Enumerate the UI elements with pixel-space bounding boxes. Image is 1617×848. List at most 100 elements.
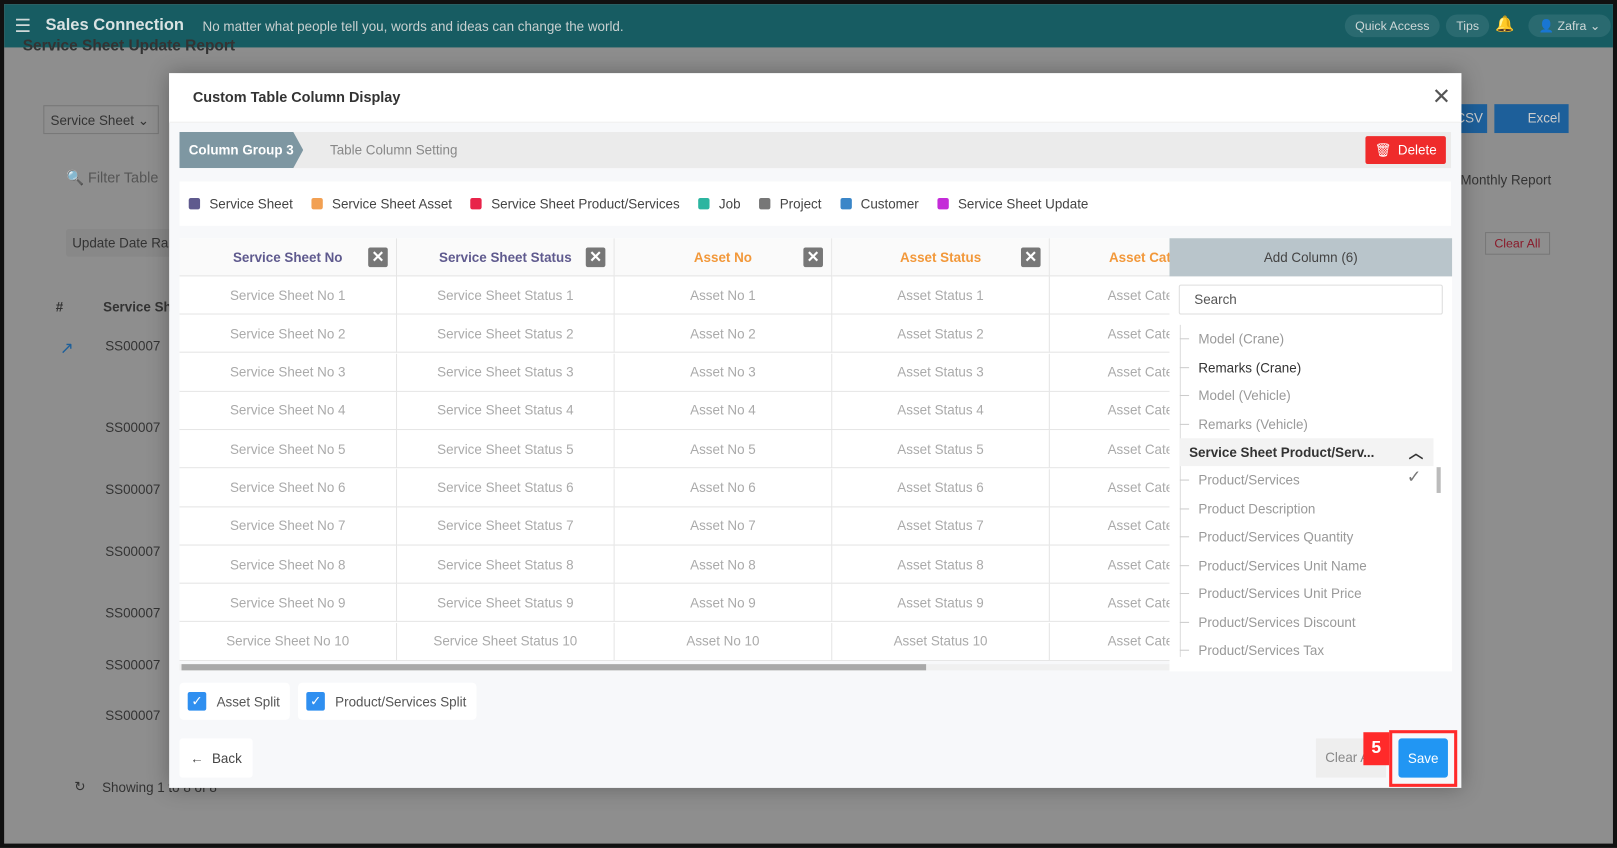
- column-option[interactable]: Product/Services Quantity: [1180, 529, 1354, 545]
- column-option[interactable]: Product Description: [1180, 501, 1315, 516]
- column-option[interactable]: Remarks (Vehicle): [1180, 416, 1308, 431]
- column-header-label: Asset No: [693, 249, 752, 265]
- list-scrollbar[interactable]: [1436, 467, 1441, 493]
- legend-item: Service Sheet Update: [937, 196, 1088, 211]
- column-option-label: Product/Services Discount: [1198, 614, 1356, 630]
- asset-split-checkbox[interactable]: ✓ Asset Split: [179, 682, 291, 720]
- scrollbar-thumb[interactable]: [181, 664, 927, 671]
- column-option[interactable]: Product/Services Discount: [1180, 614, 1356, 630]
- column-option[interactable]: Product/Services: [1180, 472, 1299, 487]
- highlight-box: [1389, 730, 1458, 787]
- table-cell: Asset Category 1: [1049, 276, 1170, 315]
- back-button[interactable]: ← Back: [179, 738, 253, 778]
- table-cell: Service Sheet Status 8: [397, 545, 615, 584]
- legend-item: Service Sheet: [188, 195, 293, 212]
- legend-swatch: [311, 198, 323, 210]
- bell-icon[interactable]: 🔔: [1495, 14, 1514, 33]
- group-label: Service Sheet Product/Serv...: [1189, 444, 1375, 460]
- table-cell: Asset No 7: [614, 507, 833, 546]
- filter-placeholder: Filter Table: [87, 169, 159, 186]
- column-header-label: Asset Status: [899, 249, 982, 265]
- clear-all-filters[interactable]: Clear All: [1485, 232, 1550, 255]
- column-option[interactable]: Product/Services Tax: [1180, 642, 1324, 657]
- table-cell: Asset No 5: [614, 430, 833, 469]
- remove-column-icon[interactable]: ✕: [585, 247, 606, 268]
- legend-label: Service Sheet: [209, 195, 293, 212]
- table-cell: Asset No 3: [614, 353, 833, 392]
- search-input[interactable]: Search: [1178, 284, 1443, 315]
- table-cell: Service Sheet No 2: [179, 314, 398, 354]
- table-cell: Asset Status 9: [832, 584, 1050, 623]
- user-menu[interactable]: 👤 Zafra ⌄: [1528, 14, 1611, 38]
- breadcrumb-column-group[interactable]: Column Group 3: [179, 132, 304, 169]
- breadcrumb: Column Group 3 Table Column Setting 🗑 Del…: [179, 132, 1452, 169]
- table-cell: Asset Status 5: [832, 430, 1050, 469]
- column-option-label: Product/Services Tax: [1198, 642, 1325, 658]
- column-option[interactable]: Product/Services Unit Name: [1180, 557, 1366, 572]
- breadcrumb-table-column-setting: Table Column Setting: [330, 142, 458, 158]
- legend-label: Service Sheet Asset: [332, 195, 452, 212]
- legend-swatch: [188, 198, 201, 210]
- legend-label: Job: [718, 195, 741, 212]
- column-header: Service Sheet Status ✕: [397, 238, 615, 277]
- delete-button[interactable]: 🗑 Delete: [1365, 136, 1446, 164]
- table-cell: Asset No 9: [614, 584, 833, 623]
- column-option-label: Product/Services Quantity: [1198, 529, 1354, 545]
- modal-header: Custom Table Column Display ✕: [169, 73, 1462, 123]
- table-cell: Service Sheet No 7: [179, 507, 398, 546]
- legend-item: Job: [698, 195, 741, 212]
- table-cell: Service Sheet Status 6: [397, 468, 615, 507]
- horizontal-scrollbar[interactable]: [179, 664, 1170, 671]
- table-cell: Service Sheet Status 10: [397, 622, 615, 661]
- quick-access-button[interactable]: Quick Access: [1344, 14, 1440, 38]
- table-cell: Asset Category 4: [1049, 392, 1170, 430]
- bg-row-id: SS00007: [105, 656, 161, 673]
- column-option[interactable]: Model (Crane): [1180, 331, 1284, 346]
- remove-column-icon[interactable]: ✕: [1020, 247, 1041, 268]
- delete-label: Delete: [1397, 142, 1437, 158]
- table-cell: Asset Category 7: [1049, 507, 1170, 546]
- module-select[interactable]: Service Sheet ⌄: [43, 105, 159, 135]
- monthly-report-button[interactable]: Monthly Report: [1460, 172, 1551, 187]
- bg-row-id: SS00007: [105, 481, 161, 498]
- table-cell: Asset Category 10: [1049, 623, 1170, 661]
- table-cell: Asset No 1: [614, 276, 833, 315]
- excel-button[interactable]: Excel: [1494, 104, 1569, 134]
- refresh-icon[interactable]: ↻: [74, 779, 85, 796]
- table-cell: Service Sheet Status 3: [397, 353, 615, 392]
- column-option-label: Remarks (Vehicle): [1198, 416, 1308, 432]
- table-cell: Asset No 6: [614, 468, 833, 507]
- table-cell: Asset Category 9: [1049, 584, 1170, 623]
- column-option-label: Model (Vehicle): [1198, 387, 1291, 404]
- table-cell: Service Sheet No 6: [179, 468, 398, 507]
- table-cell: Service Sheet Status 1: [397, 276, 615, 315]
- product-split-label: Product/Services Split: [335, 693, 467, 710]
- column-header-label: Service Sheet No: [232, 249, 343, 265]
- filter-table-input[interactable]: 🔍 Filter Table: [66, 169, 158, 187]
- legend-swatch: [759, 198, 771, 210]
- trash-icon: 🗑: [1374, 141, 1392, 158]
- color-legend: Service Sheet Service Sheet Asset Service …: [179, 181, 1452, 226]
- group-product-services[interactable]: Service Sheet Product/Serv... ︿: [1179, 438, 1434, 467]
- checkmark-icon: ✓: [1406, 467, 1422, 487]
- legend-label: Service Sheet Product/Services: [491, 195, 680, 212]
- column-option[interactable]: Product/Services Unit Price: [1180, 586, 1361, 601]
- menu-icon[interactable]: ☰: [14, 15, 31, 37]
- check-icon: ✓: [306, 692, 325, 711]
- product-split-checkbox[interactable]: ✓ Product/Services Split: [298, 682, 477, 720]
- table-cell: Service Sheet Status 5: [397, 430, 615, 469]
- close-icon[interactable]: ✕: [1432, 84, 1451, 111]
- edit-icon[interactable]: ↗: [60, 338, 74, 359]
- table-cell: Asset Status 10: [832, 622, 1050, 661]
- bg-row-id: SS00007: [105, 605, 161, 621]
- table-cell: Service Sheet Status 4: [397, 391, 615, 430]
- column-option[interactable]: Remarks (Crane): [1180, 359, 1301, 374]
- remove-column-icon[interactable]: ✕: [368, 247, 388, 268]
- chevron-up-icon[interactable]: ︿: [1409, 442, 1423, 463]
- column-option[interactable]: Model (Vehicle): [1180, 387, 1291, 404]
- tips-button[interactable]: Tips: [1445, 14, 1490, 38]
- add-column-panel: Add Column (6) Search Service Sheet Prod…: [1169, 238, 1453, 672]
- remove-column-icon[interactable]: ✕: [803, 247, 823, 268]
- user-name: Zafra: [1557, 18, 1587, 34]
- top-bar: ☰ Sales Connection No matter what people…: [4, 4, 1613, 48]
